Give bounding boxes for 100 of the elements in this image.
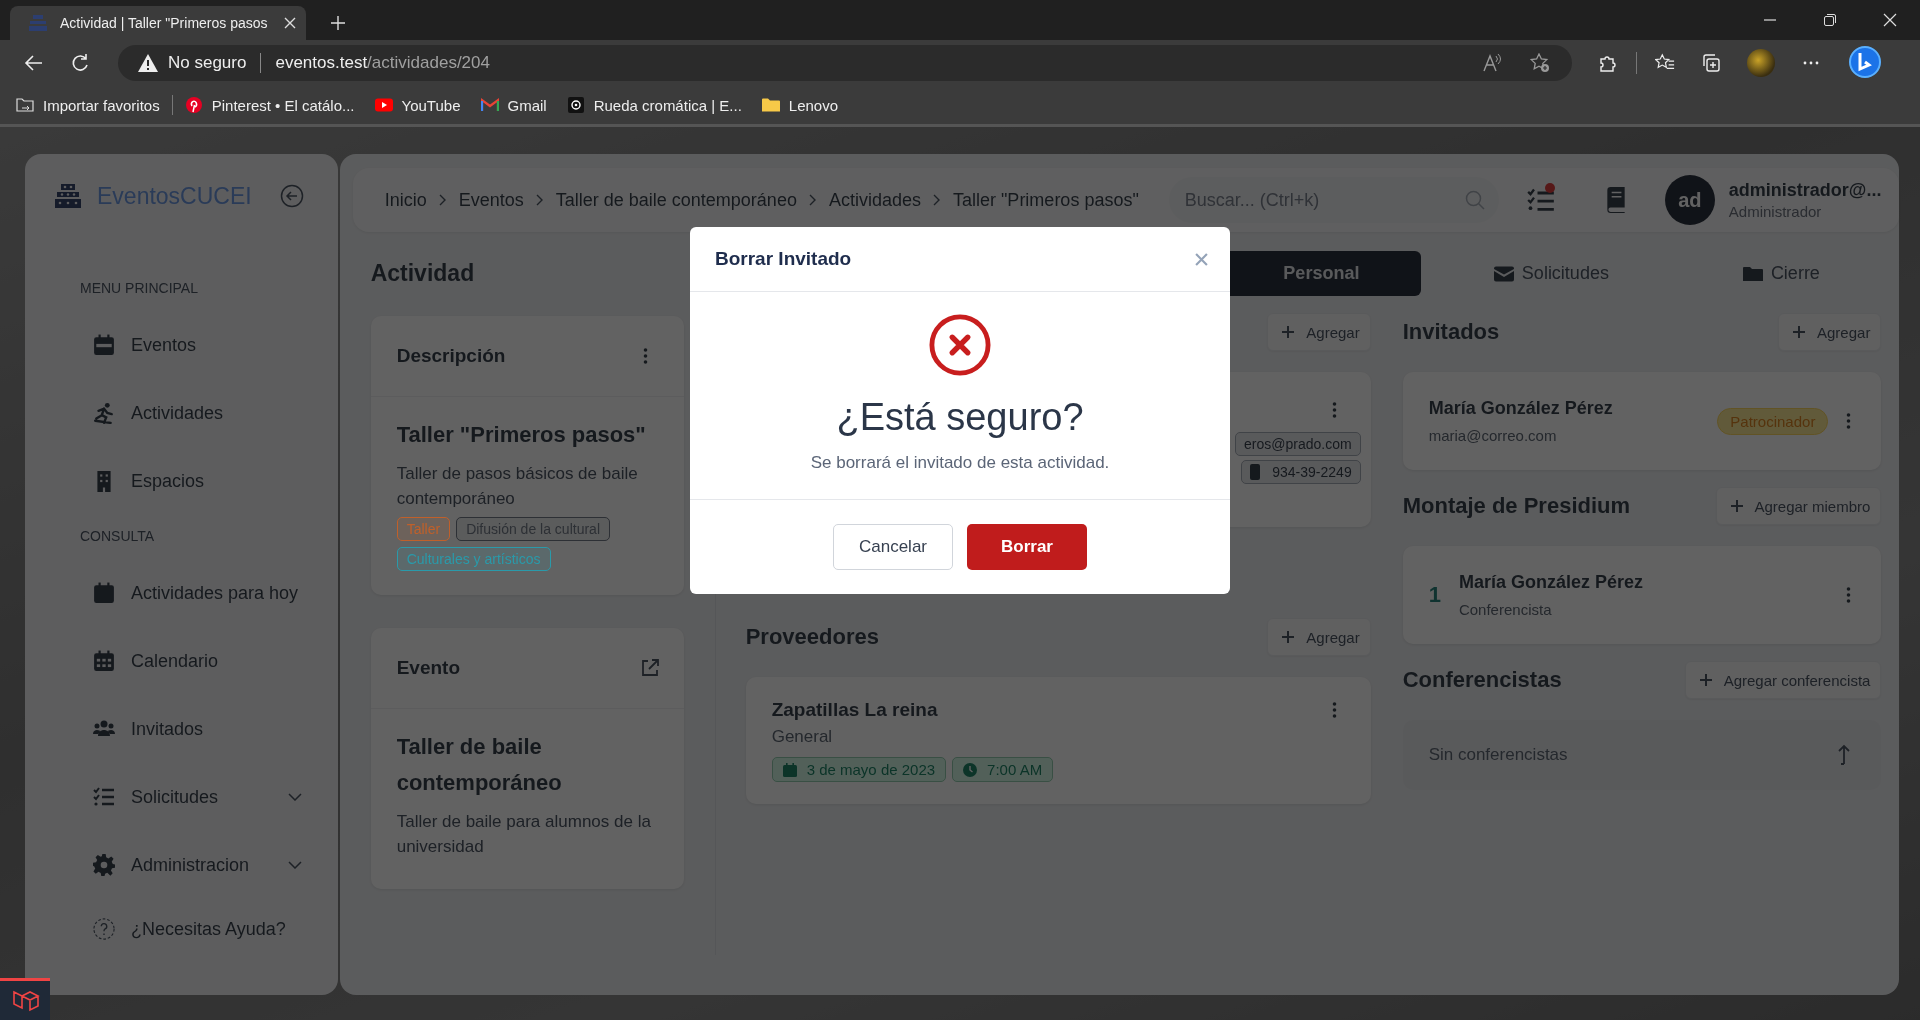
section-heading: Montaje de Presidium [1402,493,1631,519]
read-aloud-icon[interactable] [1482,53,1502,73]
checklist-icon [93,786,115,808]
restore-icon[interactable] [1823,13,1837,27]
envelope-icon [1493,265,1514,282]
user-avatar[interactable]: ad [1664,175,1715,225]
nav-item[interactable]: Actividades [53,392,310,434]
add-button[interactable]: Agregar conferencista [1684,661,1882,699]
external-link-icon[interactable] [639,658,660,678]
debug-bar-icon[interactable] [0,978,50,1020]
phone-icon [1250,464,1261,480]
nav-item[interactable]: Administracion [53,844,310,886]
dialog-message: Se borrará el invitado de esta actividad. [810,453,1110,473]
event-description: Taller de baile para alumnos de la universidad [396,811,652,858]
plus-icon [1280,324,1297,340]
folder-icon [761,97,780,113]
breadcrumb-link[interactable]: Eventos [458,189,524,211]
cancel-button[interactable]: Cancelar [833,524,953,570]
site-icon [566,97,585,113]
dialog-heading: ¿Está seguro? [836,396,1084,439]
plus-icon [1728,498,1745,514]
more-options-icon[interactable] [1331,402,1337,418]
chevron-right-icon [932,194,941,206]
address-bar[interactable]: No seguro eventos.test/actividades/204 [118,45,1572,81]
new-tab-icon[interactable] [330,15,346,31]
play-logo-icon [374,97,393,113]
collapse-sidebar-icon[interactable] [279,184,304,208]
tag: Taller [396,517,451,541]
nav-item[interactable]: Calendario [53,640,310,682]
puzzle-icon[interactable] [1598,53,1618,73]
bookmark[interactable]: Pinterest • El catálo... [184,96,355,114]
more-options-icon[interactable] [1846,587,1852,603]
calendar-icon [782,762,797,777]
settings-icon [93,854,115,876]
tab[interactable]: Cierre [1651,251,1882,296]
add-button[interactable]: Agregar miembro [1715,487,1882,525]
arrow-up-icon [1837,744,1852,766]
page-title: Actividad [370,260,476,288]
add-button[interactable]: Agregar [1267,313,1371,351]
nav-item[interactable]: Solicitudes [53,776,310,818]
add-button[interactable]: Agregar [1778,313,1882,351]
calendar-icon [93,582,115,604]
clock-icon [963,762,978,777]
help-link[interactable]: ¿Necesitas Ayuda? [53,908,310,950]
breadcrumb-link[interactable]: Taller de baile contemporáneo [555,189,797,211]
chevron-right-icon [535,194,544,206]
breadcrumb-link[interactable]: Actividades [828,189,921,211]
section-heading: Proveedores [745,624,879,650]
member-role: Conferencista [1458,601,1553,618]
guest-email: maria@correo.com [1428,427,1558,444]
breadcrumb-link[interactable]: Inicio [384,189,427,211]
user-name: administrador@... [1728,180,1882,201]
breadcrumb-link[interactable]: Taller "Primeros pasos" [952,189,1139,211]
delete-button[interactable]: Borrar [967,524,1087,570]
back-icon[interactable] [24,53,44,73]
chevron-right-icon [438,194,447,206]
nav-item[interactable]: Invitados [53,708,310,750]
refresh-icon[interactable] [70,53,90,73]
provider-category: General [771,727,834,747]
member-name: María González Pérez [1458,572,1644,593]
security-label: No seguro [168,53,247,73]
date-chip: 3 de mayo de 2023 [771,757,947,782]
folder-arrows-icon [16,97,34,113]
bookmark[interactable]: Gmail [480,96,547,114]
activity-description: Taller de pasos básicos de baile contemporáneo [396,463,639,510]
error-circle-icon [929,314,991,376]
profile-avatar[interactable] [1747,49,1775,77]
card-title: Descripción [396,345,506,367]
question-circle-icon [93,918,115,940]
pin-logo-icon [184,97,203,113]
bookmark[interactable]: Lenovo [761,96,838,114]
person-running-icon [93,402,115,424]
collections-icon[interactable] [1701,53,1721,73]
search-icon [1464,190,1485,210]
dialog-title: Borrar Invitado [715,248,852,270]
more-options-icon[interactable] [1846,413,1852,429]
add-button[interactable]: Agregar [1267,618,1371,656]
section-heading: Conferencistas [1402,667,1562,693]
url-text: eventos.test/actividades/204 [275,53,490,73]
warning-icon [138,54,158,72]
bookmark[interactable]: Rueda cromática | E... [566,96,742,114]
nav-item[interactable]: Espacios [53,460,310,502]
tag: Culturales y artísticos [396,547,551,571]
contact-chip: eros@prado.com [1235,432,1361,456]
more-options-icon[interactable] [642,348,648,364]
tab-title: Actividad | Taller "Primeros pasos [60,15,269,31]
time-chip: 7:00 AM [952,757,1054,782]
book-icon[interactable] [1604,187,1627,213]
browser-tab[interactable]: Actividad | Taller "Primeros pasos [10,6,306,40]
nav-item[interactable]: Eventos [53,324,310,366]
nav-item[interactable]: Actividades para hoy [53,572,310,614]
bookmark[interactable]: Importar favoritos [16,96,160,114]
bookmark[interactable]: YouTube [374,96,461,114]
checklist-icon[interactable] [1526,187,1555,213]
tab[interactable]: Solicitudes [1421,251,1652,296]
star-plus-icon[interactable] [1530,53,1550,73]
member-position: 1 [1428,582,1441,608]
plus-icon [1791,324,1807,340]
more-options-icon[interactable] [1331,702,1337,718]
folder-icon [1742,265,1763,282]
